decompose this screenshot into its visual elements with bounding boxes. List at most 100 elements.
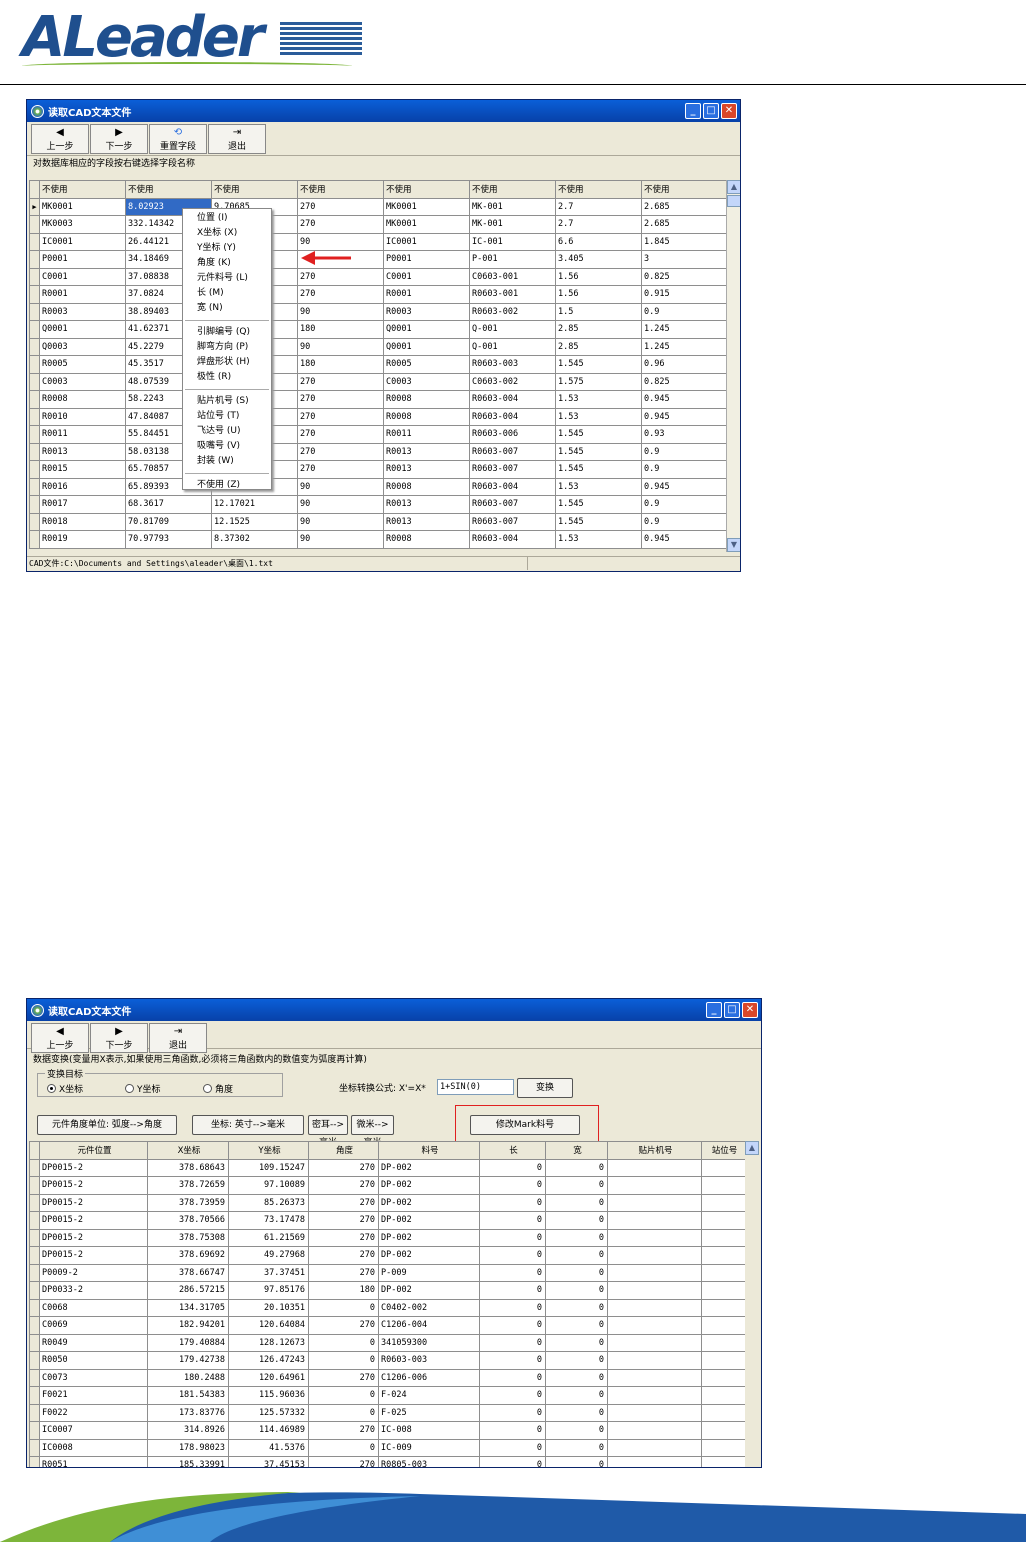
table-cell[interactable]: 90 xyxy=(297,495,384,514)
table-row[interactable]: C0001 37.08838 270 C0001 C0603-001 1.56 0.825 xyxy=(29,267,726,286)
table-cell[interactable]: 68.3617 xyxy=(125,495,212,514)
vertical-scrollbar[interactable]: ▲ ▼ xyxy=(726,180,740,552)
table-cell[interactable]: R0011 xyxy=(39,425,126,444)
row-indicator[interactable]: ▶ xyxy=(29,197,40,216)
row-indicator[interactable] xyxy=(29,1316,40,1335)
table-cell[interactable]: 90 xyxy=(297,530,384,549)
table-cell[interactable]: 180 xyxy=(308,1281,379,1300)
table-cell[interactable]: 0 xyxy=(545,1263,608,1282)
table-cell[interactable]: C1206-006 xyxy=(378,1368,480,1387)
table-cell[interactable]: 1.545 xyxy=(555,442,642,461)
table-cell[interactable]: 0 xyxy=(479,1438,546,1457)
table-cell[interactable]: MK0001 xyxy=(39,197,126,216)
table-cell[interactable] xyxy=(607,1456,702,1467)
table-cell[interactable] xyxy=(701,1298,745,1317)
table-cell[interactable]: 61.21569 xyxy=(228,1228,309,1247)
table-cell[interactable]: 2.685 xyxy=(641,197,726,216)
table-cell[interactable]: 181.54383 xyxy=(147,1386,229,1405)
table-cell[interactable]: 90 xyxy=(297,232,384,251)
row-indicator[interactable] xyxy=(29,512,40,531)
inch-to-mm-button[interactable]: 坐标: 英寸-->毫米 xyxy=(192,1115,304,1135)
table-cell[interactable]: 0.9 xyxy=(641,495,726,514)
row-indicator[interactable] xyxy=(29,1421,40,1440)
table-row[interactable]: Q0001 41.62371 180 Q0001 Q-001 2.85 1.245 xyxy=(29,320,726,339)
table-cell[interactable]: DP-002 xyxy=(378,1211,480,1230)
table-cell[interactable]: R0005 xyxy=(39,355,126,374)
table-cell[interactable]: DP-002 xyxy=(378,1158,480,1177)
table-row[interactable]: R0001 37.0824 270 R0001 R0603-001 1.56 0.915 xyxy=(29,285,726,304)
exit-button[interactable]: ⇥ 退出 xyxy=(208,124,266,154)
table-cell[interactable]: Q-001 xyxy=(469,337,556,356)
table-cell[interactable] xyxy=(701,1403,745,1422)
table-cell[interactable] xyxy=(607,1316,702,1335)
column-header[interactable]: 不使用 xyxy=(297,180,384,199)
table-cell[interactable]: DP-002 xyxy=(378,1228,480,1247)
row-indicator[interactable] xyxy=(29,1333,40,1352)
table-cell[interactable]: 270 xyxy=(297,285,384,304)
row-indicator[interactable] xyxy=(29,267,40,286)
table-cell[interactable]: R0049 xyxy=(39,1333,148,1352)
table-cell[interactable]: P0001 xyxy=(383,250,470,269)
table-cell[interactable]: P-001 xyxy=(469,250,556,269)
radio-y-coordinate[interactable]: Y坐标 xyxy=(125,1082,161,1095)
row-indicator[interactable] xyxy=(29,372,40,391)
row-indicator[interactable] xyxy=(29,337,40,356)
table-cell[interactable]: R0013 xyxy=(383,460,470,479)
table-cell[interactable]: 0.9 xyxy=(641,442,726,461)
row-indicator[interactable] xyxy=(29,215,40,234)
table-cell[interactable]: Q0003 xyxy=(39,337,126,356)
table-cell[interactable]: 73.17478 xyxy=(228,1211,309,1230)
column-header[interactable]: 料号 xyxy=(378,1141,480,1160)
table-cell[interactable]: 0 xyxy=(308,1351,379,1370)
table-cell[interactable]: 286.57215 xyxy=(147,1281,229,1300)
table-cell[interactable]: 180 xyxy=(297,355,384,374)
column-header[interactable]: Y坐标 xyxy=(228,1141,309,1160)
table-cell[interactable]: C1206-004 xyxy=(378,1316,480,1335)
table-cell[interactable]: 185.33991 xyxy=(147,1456,229,1467)
column-header[interactable]: 不使用 xyxy=(125,180,212,199)
table-cell[interactable]: 270 xyxy=(297,442,384,461)
table-cell[interactable]: IC-001 xyxy=(469,232,556,251)
table-row[interactable]: F0022 173.83776 125.57332 0 F-025 0 0 xyxy=(29,1403,745,1422)
table-cell[interactable]: 0 xyxy=(479,1368,546,1387)
table-row[interactable]: DP0015-2 378.75308 61.21569 270 DP-002 0 0 xyxy=(29,1228,745,1247)
table-cell[interactable]: 120.64084 xyxy=(228,1316,309,1335)
context-menu-item[interactable]: X坐标 (X) xyxy=(183,226,271,241)
table-cell[interactable]: R0805-003 xyxy=(378,1456,480,1467)
table-cell[interactable] xyxy=(701,1263,745,1282)
row-indicator[interactable] xyxy=(29,1298,40,1317)
column-header[interactable]: 站位号 xyxy=(701,1141,745,1160)
table-cell[interactable]: R0016 xyxy=(39,477,126,496)
table-cell[interactable]: 1.5 xyxy=(555,302,642,321)
table-cell[interactable]: 270 xyxy=(308,1228,379,1247)
formula-input[interactable]: 1+SIN(0) xyxy=(437,1079,514,1095)
table-cell[interactable]: 0 xyxy=(479,1403,546,1422)
table-cell[interactable]: 0.9 xyxy=(641,302,726,321)
column-header[interactable]: 宽 xyxy=(545,1141,608,1160)
table-cell[interactable]: 109.15247 xyxy=(228,1158,309,1177)
table-cell[interactable]: R0011 xyxy=(383,425,470,444)
table-cell[interactable]: 270 xyxy=(308,1193,379,1212)
table-cell[interactable]: 0 xyxy=(479,1333,546,1352)
table-row[interactable]: R0015 65.70857 270 R0013 R0603-007 1.545 0.9 xyxy=(29,460,726,479)
table-cell[interactable]: F0021 xyxy=(39,1386,148,1405)
row-indicator[interactable] xyxy=(29,1368,40,1387)
table-row[interactable]: DP0015-2 378.68643 109.15247 270 DP-002 0 0 xyxy=(29,1158,745,1177)
column-header[interactable]: 不使用 xyxy=(555,180,642,199)
table-cell[interactable]: 0.945 xyxy=(641,390,726,409)
table-cell[interactable]: 0 xyxy=(479,1298,546,1317)
table-cell[interactable]: 270 xyxy=(308,1421,379,1440)
scroll-up-icon[interactable]: ▲ xyxy=(727,180,740,194)
table-cell[interactable]: 8.37302 xyxy=(211,530,298,549)
table-cell[interactable]: 0 xyxy=(545,1246,608,1265)
table-cell[interactable]: R0010 xyxy=(39,407,126,426)
table-cell[interactable] xyxy=(701,1456,745,1467)
reset-fields-button[interactable]: ⟲ 重置字段 xyxy=(149,124,207,154)
table-cell[interactable]: 0.915 xyxy=(641,285,726,304)
table-cell[interactable] xyxy=(607,1281,702,1300)
table-row[interactable]: C0073 180.2488 120.64961 270 C1206-006 0 0 xyxy=(29,1368,745,1387)
table-cell[interactable]: R0008 xyxy=(383,477,470,496)
table-cell[interactable]: 0 xyxy=(545,1211,608,1230)
table-cell[interactable]: 1.53 xyxy=(555,477,642,496)
table-cell[interactable]: DP-002 xyxy=(378,1281,480,1300)
